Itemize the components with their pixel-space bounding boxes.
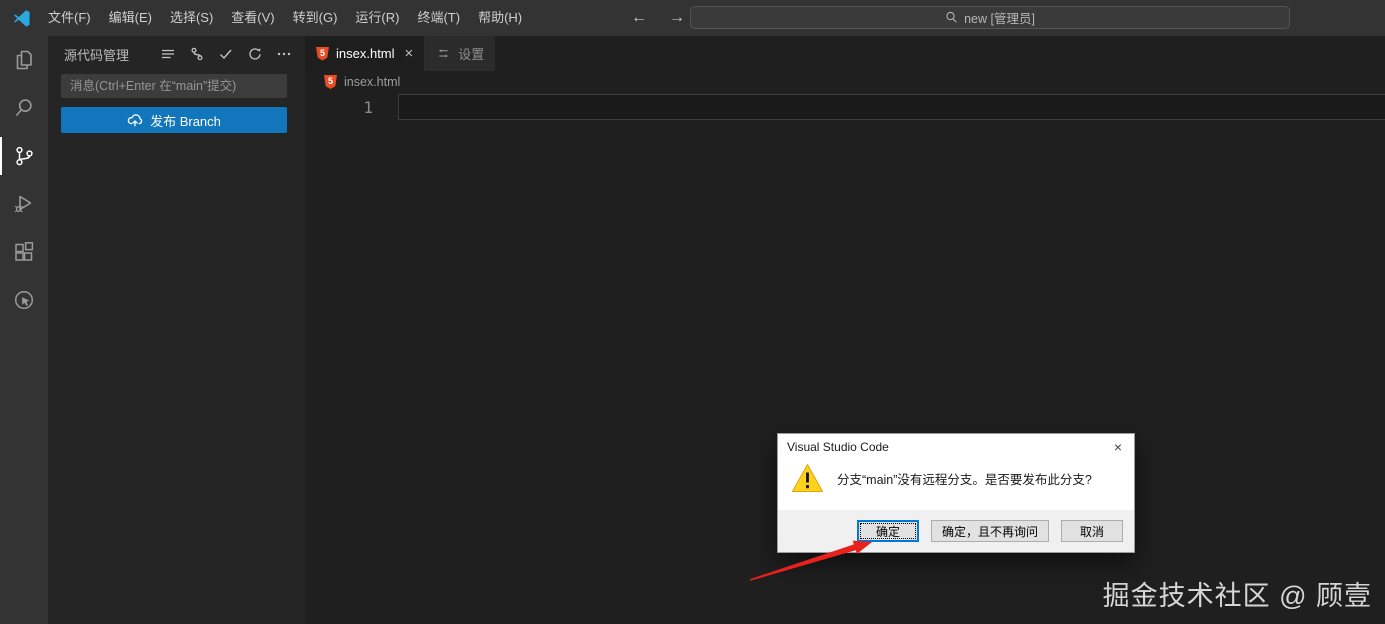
extensions-icon[interactable] <box>0 228 48 276</box>
forward-arrow-icon[interactable]: → <box>666 9 688 27</box>
tab-settings[interactable]: 设置 <box>425 36 496 71</box>
commit-message-input[interactable] <box>61 74 287 98</box>
explorer-icon[interactable] <box>0 36 48 84</box>
dialog-message: 分支“main”没有远程分支。是否要发布此分支? <box>837 472 1092 487</box>
menu-run[interactable]: 运行(R) <box>346 5 408 31</box>
dialog-body: 分支“main”没有远程分支。是否要发布此分支? <box>778 460 1134 493</box>
menu-terminal[interactable]: 终端(T) <box>408 5 469 31</box>
breadcrumb-file: insex.html <box>344 75 401 89</box>
scm-header: 源代码管理 <box>48 36 305 72</box>
command-center-search[interactable]: new [管理员] <box>690 6 1290 29</box>
vscode-logo-icon <box>13 9 31 27</box>
breadcrumb[interactable]: 5 insex.html <box>305 71 1385 93</box>
code-area[interactable]: 1 <box>305 93 1385 133</box>
title-bar: 文件(F) 编辑(E) 选择(S) 查看(V) 转到(G) 运行(R) 终端(T… <box>0 0 1385 36</box>
line-number: 1 <box>363 98 373 117</box>
more-actions-icon[interactable] <box>275 45 293 63</box>
dialog-title-bar: Visual Studio Code × <box>778 434 1134 460</box>
menu-goto[interactable]: 转到(G) <box>284 5 347 31</box>
scm-actions <box>159 45 293 63</box>
back-arrow-icon[interactable]: ← <box>628 9 650 27</box>
source-control-icon[interactable] <box>0 132 48 180</box>
run-and-debug-icon[interactable] <box>0 180 48 228</box>
dialog-cancel-button[interactable]: 取消 <box>1061 520 1123 542</box>
search-sidebar-icon[interactable] <box>0 84 48 132</box>
menu-view[interactable]: 查看(V) <box>222 5 283 31</box>
html5-file-icon: 5 <box>324 75 337 89</box>
search-text: new [管理员] <box>964 12 1035 26</box>
scm-graph-icon[interactable] <box>188 45 206 63</box>
warning-icon <box>792 464 823 492</box>
view-as-list-icon[interactable] <box>159 45 177 63</box>
source-control-panel: 源代码管理 消息(Ctrl+Enter 在“main”提交) 发布 Branch <box>48 36 305 624</box>
menu-file[interactable]: 文件(F) <box>39 5 100 31</box>
annotation-arrow <box>749 540 872 581</box>
tab-insex-html[interactable]: 5 insex.html × <box>305 36 426 71</box>
tab-label: insex.html <box>336 46 395 61</box>
vscode-window: 文件(F) 编辑(E) 选择(S) 查看(V) 转到(G) 运行(R) 终端(T… <box>0 0 1385 624</box>
publish-branch-button[interactable]: 发布 Branch <box>61 107 287 133</box>
search-icon <box>946 11 957 23</box>
tab-bar: 5 insex.html × 设置 <box>305 36 1385 71</box>
commit-check-icon[interactable] <box>217 45 235 63</box>
menu-selection[interactable]: 选择(S) <box>161 5 222 31</box>
html5-file-icon: 5 <box>316 46 329 61</box>
watermark-text: 掘金技术社区 @ 顾壹 <box>1102 581 1372 611</box>
settings-sliders-icon <box>439 49 449 58</box>
refresh-icon[interactable] <box>246 45 264 63</box>
live-preview-icon[interactable] <box>0 276 48 324</box>
menu-help[interactable]: 帮助(H) <box>469 5 531 31</box>
current-line-highlight[interactable] <box>398 94 1385 120</box>
cloud-upload-icon <box>127 114 143 127</box>
publish-branch-label: 发布 Branch <box>150 113 221 129</box>
dialog-title: Visual Studio Code <box>787 440 889 454</box>
tab-label: 设置 <box>458 47 485 62</box>
dialog-ok-dont-ask-button[interactable]: 确定，且不再询问 <box>930 520 1049 542</box>
scm-title: 源代码管理 <box>64 47 130 63</box>
dialog-close-icon[interactable]: × <box>1102 434 1134 460</box>
tab-close-icon[interactable]: × <box>405 46 414 61</box>
history-navigation: ← → <box>628 0 688 36</box>
activity-bar <box>0 36 48 624</box>
menu-edit[interactable]: 编辑(E) <box>100 5 161 31</box>
